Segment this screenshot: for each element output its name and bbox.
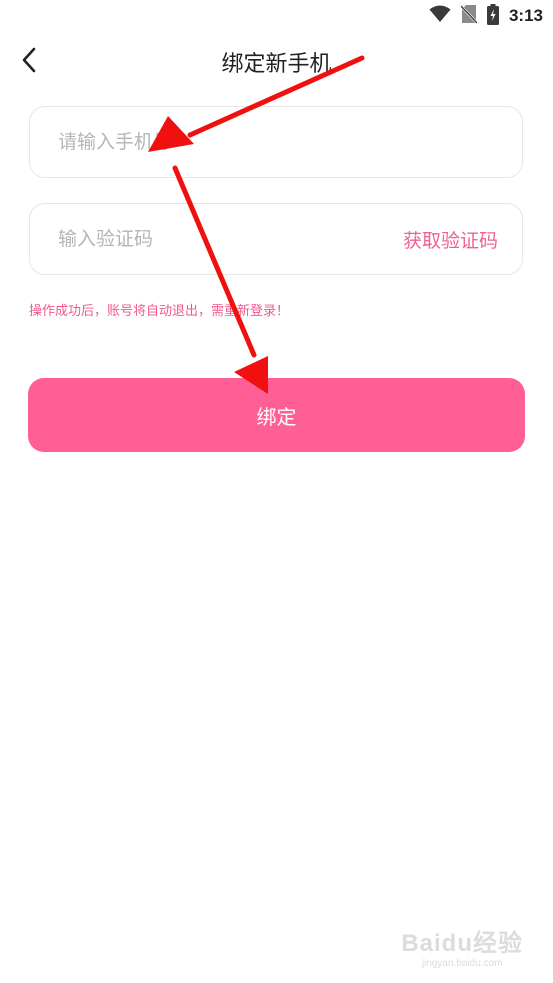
status-bar: 3:13 [0, 0, 553, 32]
arrow-to-bind-button [172, 165, 268, 394]
page-title: 绑定新手机 [221, 52, 332, 77]
header: 绑定新手机 [0, 36, 553, 90]
code-field: 获取验证码 [29, 203, 523, 275]
watermark-url: jingyan.baidu.com [421, 958, 503, 969]
get-code-button[interactable]: 获取验证码 [403, 204, 498, 274]
wifi-icon [429, 5, 451, 27]
watermark-logo: Baidu经验 [401, 930, 523, 957]
bind-button[interactable]: 绑定 [28, 378, 525, 452]
code-input[interactable] [58, 204, 358, 274]
battery-charging-icon [486, 3, 499, 29]
status-time: 3:13 [508, 6, 543, 25]
status-icons: 3:13 [429, 3, 543, 29]
baidu-watermark: Baidu经验 jingyan.baidu.com [401, 923, 523, 969]
phone-field [29, 106, 523, 178]
phone-input[interactable] [58, 107, 498, 177]
logout-notice: 操作成功后，账号将自动退出，需重新登录！ [29, 304, 290, 319]
bind-phone-screen: 3:13 绑定新手机 获取验证码 操作成功后，账号将自动退出，需重新登录！ 绑定 [0, 0, 553, 983]
no-sim-icon [460, 4, 478, 28]
